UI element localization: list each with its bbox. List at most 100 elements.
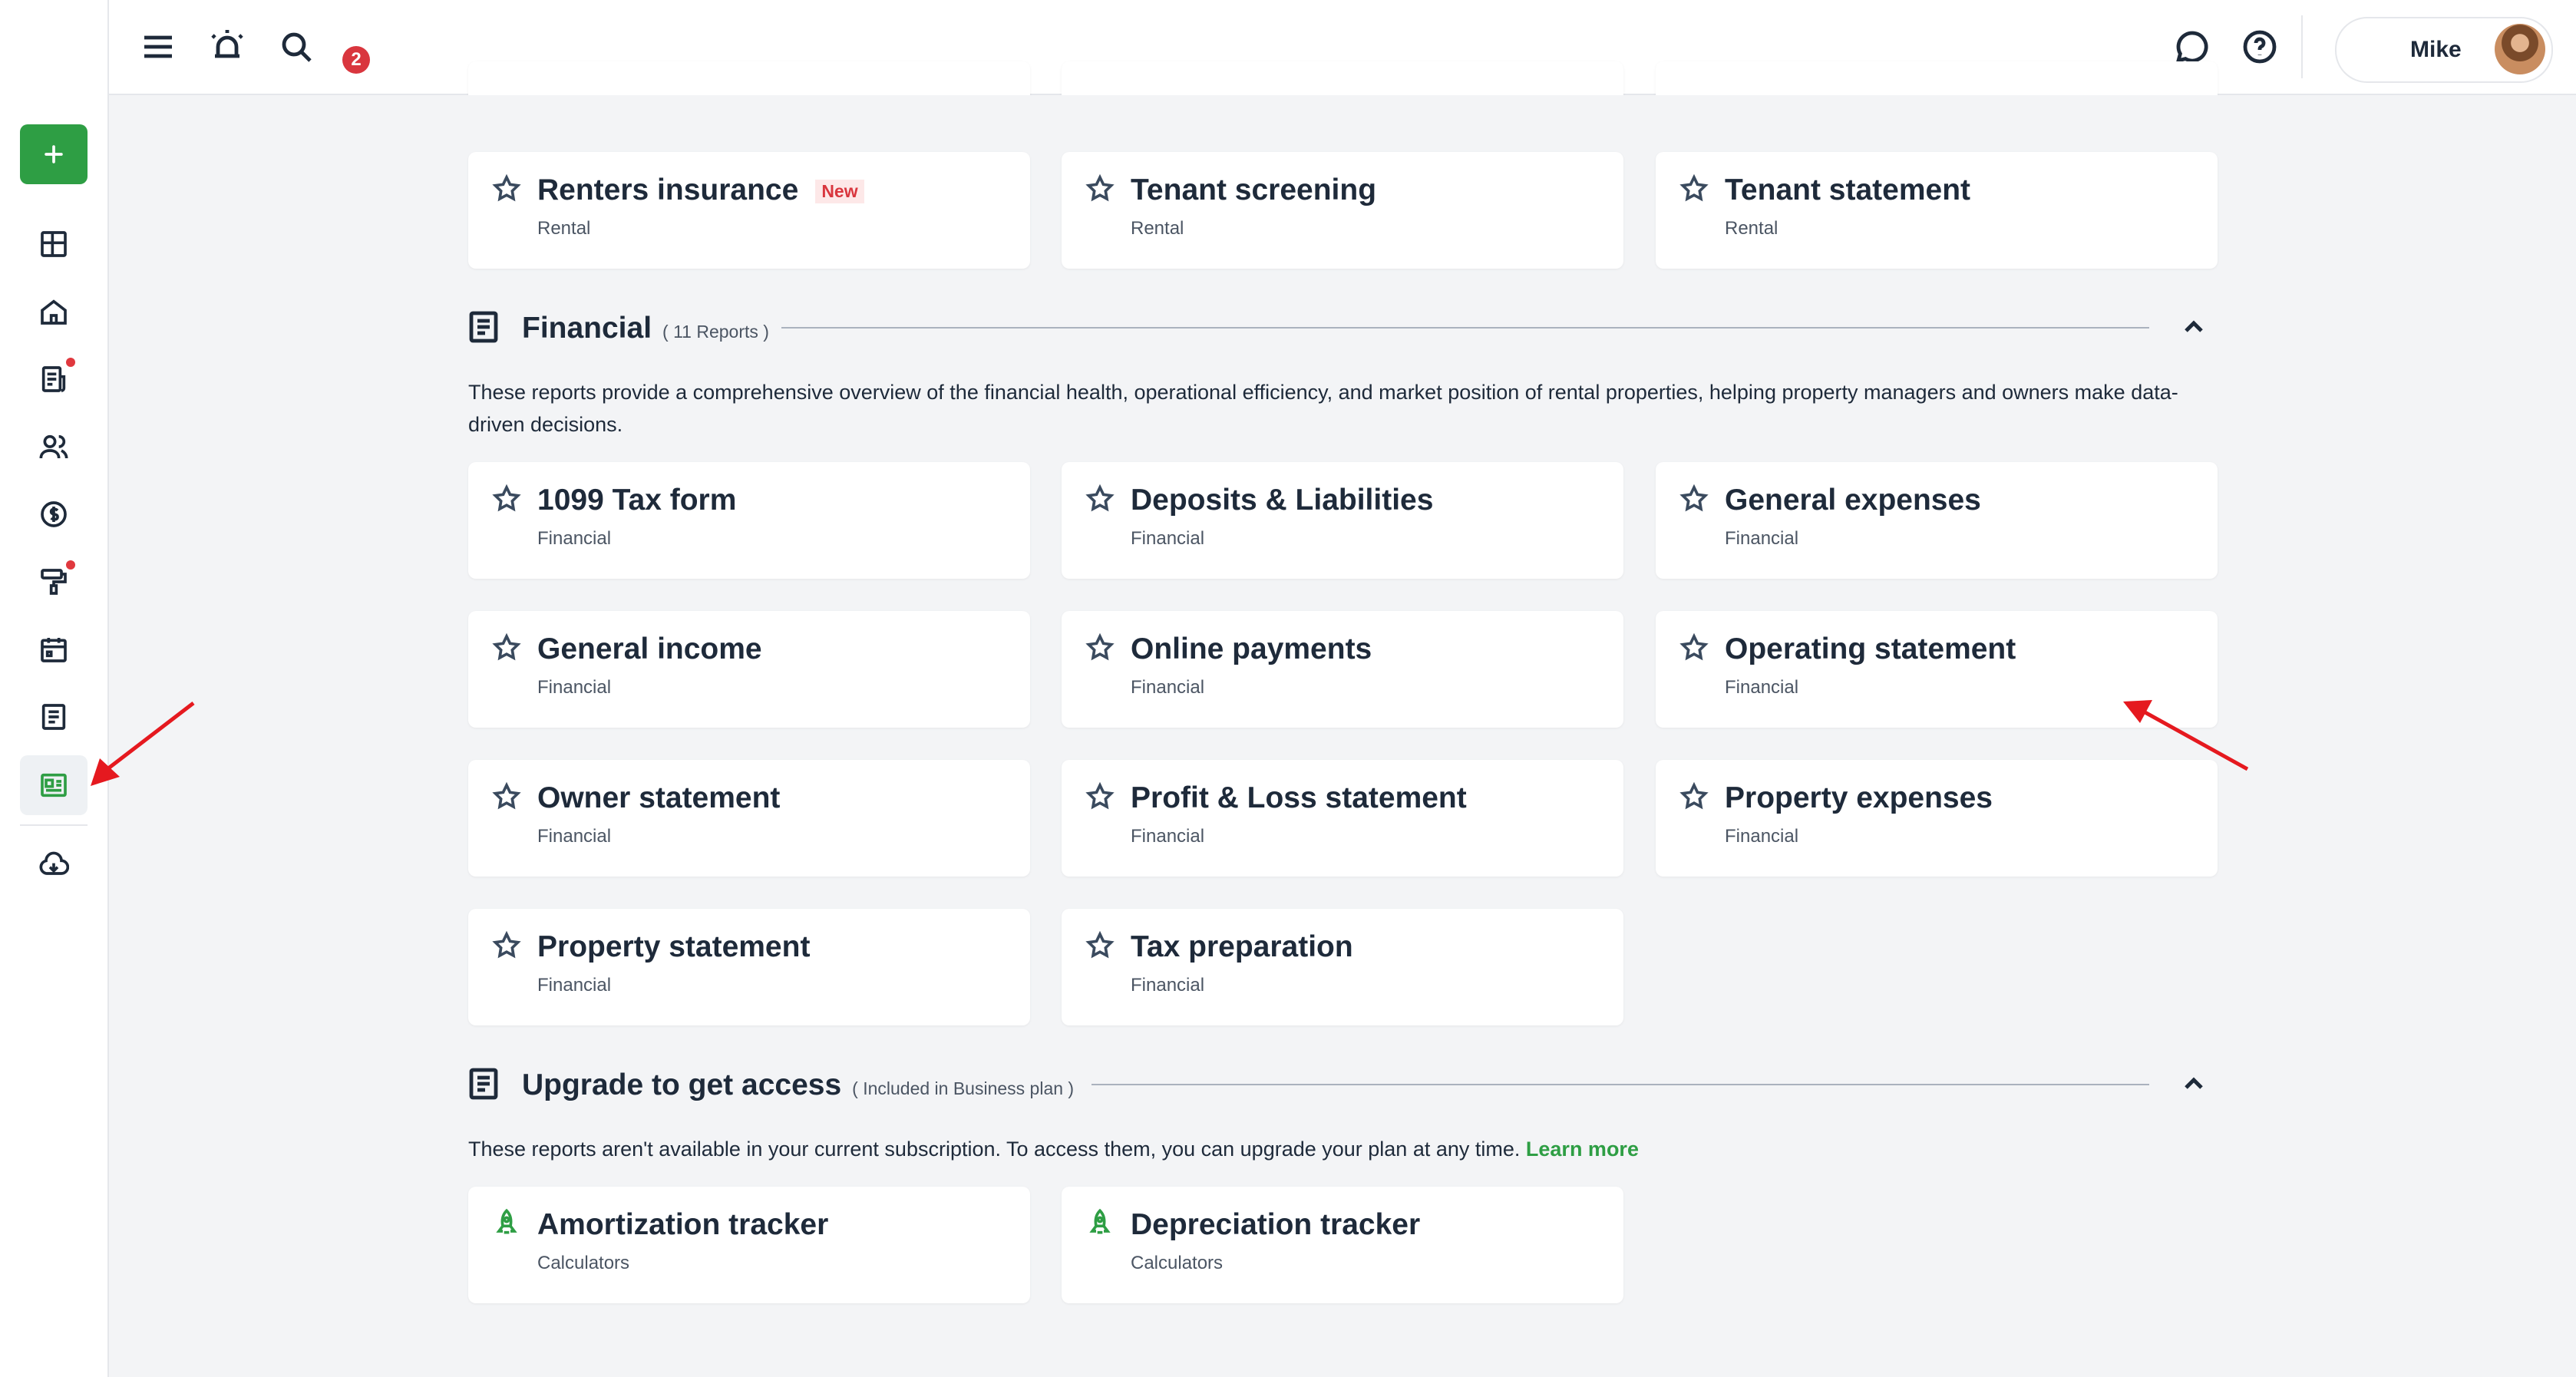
report-card[interactable]: 1099 Tax form Financial: [468, 462, 1030, 579]
section-description: These reports aren't available in your c…: [468, 1133, 2234, 1165]
sidebar-item-properties[interactable]: [31, 289, 77, 335]
section-count: ( 11 Reports ): [662, 322, 769, 342]
card-category: Financial: [1725, 677, 1799, 698]
plus-icon: [45, 145, 63, 163]
star-icon[interactable]: [1679, 632, 1709, 663]
section-divider: [1091, 1084, 2149, 1085]
search-button[interactable]: [273, 24, 319, 70]
card-category: Financial: [1131, 528, 1205, 549]
add-button[interactable]: [20, 124, 88, 184]
report-card-locked[interactable]: Amortization tracker Calculators: [468, 1187, 1030, 1303]
card-title: 1099 Tax form: [537, 484, 737, 517]
annotation-arrow-right: [2123, 700, 2249, 771]
learn-more-link[interactable]: Learn more: [1526, 1138, 1639, 1161]
card-title: Property statement: [537, 930, 811, 963]
report-card-tenant-screening[interactable]: Tenant screening Rental: [1062, 152, 1623, 269]
star-icon[interactable]: [1679, 484, 1709, 514]
sidebar-item-calendar[interactable]: [31, 626, 77, 672]
report-card[interactable]: General expenses Financial: [1656, 462, 2218, 579]
star-icon[interactable]: [1085, 484, 1115, 514]
card-title: Amortization tracker: [537, 1208, 829, 1241]
star-icon[interactable]: [1679, 781, 1709, 812]
card-category: Financial: [1131, 677, 1205, 698]
people-icon: [39, 434, 68, 459]
notification-badge: 2: [342, 46, 370, 74]
sidebar-item-accounting[interactable]: [31, 491, 77, 537]
alarm-icon: [211, 30, 243, 58]
card-title: General income: [537, 632, 762, 665]
star-icon[interactable]: [1679, 173, 1709, 204]
sidebar-item-downloads[interactable]: [31, 843, 77, 889]
card-title: Property expenses: [1725, 781, 1993, 814]
card-category: Calculators: [1131, 1253, 1224, 1273]
section-title: Financial ( 11 Reports ): [522, 312, 769, 345]
star-icon[interactable]: [491, 484, 522, 514]
sidebar-item-people[interactable]: [31, 424, 77, 470]
star-icon[interactable]: [491, 173, 522, 204]
card-category: Financial: [537, 677, 612, 698]
star-icon[interactable]: [491, 632, 522, 663]
user-name: Mike: [2410, 37, 2462, 62]
card-title: Tenant statement: [1725, 173, 1970, 206]
report-card[interactable]: Tax preparation Financial: [1062, 909, 1623, 1025]
section-header-upgrade: Upgrade to get access ( Included in Busin…: [468, 1061, 2215, 1107]
section-description: These reports provide a comprehensive ov…: [468, 381, 2178, 436]
notification-dot: [66, 560, 75, 570]
card-category: Financial: [1725, 826, 1799, 847]
card-title: Deposits & Liabilities: [1131, 484, 1434, 517]
card-category: Financial: [1131, 975, 1205, 996]
star-icon[interactable]: [1085, 930, 1115, 961]
card-title: Depreciation tracker: [1131, 1208, 1421, 1241]
card-category: Rental: [537, 218, 591, 239]
menu-icon: [144, 35, 172, 58]
star-icon[interactable]: [1085, 781, 1115, 812]
home-icon: [41, 299, 67, 325]
sidebar-item-dashboard[interactable]: [31, 221, 77, 267]
help-icon: [2243, 30, 2277, 64]
report-card[interactable]: Owner statement Financial: [468, 760, 1030, 877]
document-icon: [468, 1067, 499, 1101]
card-title: Renters insurance New: [537, 173, 864, 207]
section-title-text: Financial: [522, 312, 652, 345]
chat-icon: [2175, 31, 2208, 64]
card-title: Tenant screening: [1131, 173, 1377, 206]
notes-icon: [41, 704, 66, 730]
maintenance-icon: [41, 569, 67, 595]
menu-button[interactable]: [135, 24, 181, 70]
card-category: Rental: [1725, 218, 1778, 239]
section-note: ( Included in Business plan ): [852, 1078, 1075, 1098]
card-title: Profit & Loss statement: [1131, 781, 1467, 814]
sidebar-divider: [20, 824, 88, 826]
star-icon[interactable]: [491, 781, 522, 812]
report-card-renters-insurance[interactable]: Renters insurance New Rental: [468, 152, 1030, 269]
reports-icon: [41, 773, 67, 797]
collapse-button[interactable]: [2178, 312, 2209, 342]
notification-dot: [66, 358, 75, 367]
sidebar-item-notes[interactable]: [31, 694, 77, 740]
report-card[interactable]: Online payments Financial: [1062, 611, 1623, 728]
topbar-divider: [2301, 15, 2303, 78]
alerts-button[interactable]: [204, 24, 250, 70]
user-menu[interactable]: Mike: [2335, 17, 2553, 83]
lease-icon: [41, 366, 66, 392]
star-icon[interactable]: [1085, 632, 1115, 663]
report-card[interactable]: Profit & Loss statement Financial: [1062, 760, 1623, 877]
report-card-tenant-statement[interactable]: Tenant statement Rental: [1656, 152, 2218, 269]
report-card-locked[interactable]: Depreciation tracker Calculators: [1062, 1187, 1623, 1303]
star-icon[interactable]: [491, 930, 522, 961]
rocket-icon: [491, 1208, 522, 1239]
report-card[interactable]: Deposits & Liabilities Financial: [1062, 462, 1623, 579]
help-button[interactable]: [2237, 24, 2283, 70]
card-category: Financial: [537, 528, 612, 549]
card-title-text: Renters insurance: [537, 173, 799, 206]
avatar: [2495, 24, 2545, 74]
card-category: Calculators: [537, 1253, 630, 1273]
collapse-button[interactable]: [2178, 1068, 2209, 1099]
report-card[interactable]: Property statement Financial: [468, 909, 1030, 1025]
card-title: General expenses: [1725, 484, 1981, 517]
sidebar: [0, 0, 109, 1377]
chevron-up-icon: [2185, 320, 2203, 332]
report-card[interactable]: General income Financial: [468, 611, 1030, 728]
star-icon[interactable]: [1085, 173, 1115, 204]
